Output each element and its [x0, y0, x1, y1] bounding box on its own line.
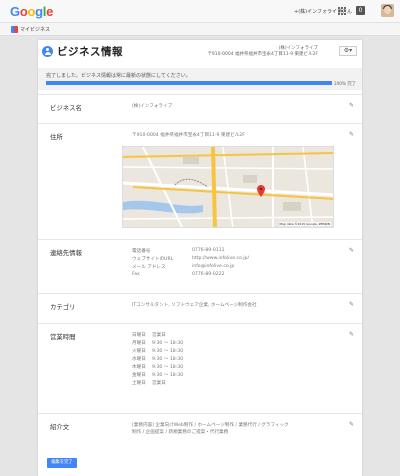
logo-letter: G [10, 4, 20, 19]
row-contact: 連絡先情報 電話番号 0776-89-0111 ウェブサイトのURL http:… [38, 239, 362, 293]
row-intro: 紹介文 [業務内容] 企業向けWeb制作 / ホームページ制作 / 業務代行 /… [38, 413, 362, 449]
gear-icon: ⚙▾ [343, 47, 353, 54]
hours-day: 金曜日 [132, 373, 146, 378]
hours-label: 営業時間 [50, 333, 76, 341]
hours-day: 月曜日 [132, 341, 146, 346]
business-info-card: ビジネス情報 (株)インフォライブ 〒910-0004 福井県福井市宝永4丁目1… [38, 40, 362, 476]
logo-letter: g [35, 4, 43, 19]
apps-grid-icon[interactable] [338, 7, 346, 15]
edit-pencil-icon[interactable]: ✎ [348, 331, 355, 338]
completion-progress: 完了しました。ビジネス情報は常に最新の状態にしてください。 100% 完了 [38, 68, 362, 90]
progress-percent: 100% 完了 [333, 82, 356, 87]
hours-time: 9:30 〜 18:30 [152, 365, 184, 370]
mybusiness-tab-label: マイビジネス [20, 27, 51, 33]
hours-time: 営業日 [152, 381, 166, 386]
contact-key: メール アドレス [132, 265, 166, 270]
progress-message: 完了しました。ビジネス情報は常に最新の状態にしてください。 [46, 73, 191, 79]
progress-track [46, 81, 332, 85]
person-icon [42, 46, 53, 57]
address-value: 〒910-0004 福井県福井市宝永4丁目11-9 東建ビル2F [132, 133, 245, 138]
edit-pencil-icon[interactable]: ✎ [348, 421, 355, 428]
contact-list: 電話番号 0776-89-0111 ウェブサイトのURL http://www.… [132, 248, 292, 277]
hours-day: 水曜日 [132, 357, 146, 362]
contact-value: http://www.infolive.co.jp/ [192, 256, 250, 261]
logo-letter: o [27, 4, 36, 19]
logo-letter: e [46, 4, 54, 19]
intro-value: [業務内容] 企業向けWeb制作 / ホームページ制作 / 業務代行 / グラフ… [132, 422, 289, 436]
edit-pencil-icon[interactable]: ✎ [348, 102, 355, 109]
row-category: カテゴリ ITコンサルタント, ソフトウェア企業, ホームページ制作会社 ✎ [38, 293, 362, 323]
top-bar: Google +(株)インフォライブさん 0 [0, 0, 400, 23]
edit-pencil-icon[interactable]: ✎ [348, 247, 355, 254]
hours-time: 9:30 〜 18:30 [152, 349, 184, 354]
contact-value: 0776-89-0222 [192, 272, 225, 277]
page-title: ビジネス情報 [57, 46, 123, 58]
contact-label: 連絡先情報 [50, 249, 82, 257]
hours-time: 9:30 〜 18:30 [152, 341, 184, 346]
row-business-name: ビジネス名 (株)インフォライブ ✎ [38, 94, 362, 123]
intro-line: 制作 / 企画提案 / 新規業務のご提案・代行業務 [132, 430, 229, 435]
finish-editing-button[interactable]: 編集を完了 [47, 458, 77, 468]
progress-fill [46, 81, 332, 85]
contact-key: ウェブサイトのURL [132, 257, 174, 262]
hours-day: 木曜日 [132, 365, 146, 370]
address-label: 住所 [50, 133, 63, 141]
avatar[interactable] [381, 4, 394, 17]
category-value: ITコンサルタント, ソフトウェア企業, ホームページ制作会社 [132, 303, 257, 308]
hours-day: 日曜日 [132, 333, 146, 338]
edit-pencil-icon[interactable]: ✎ [348, 131, 355, 138]
intro-line: [業務内容] 企業向けWeb制作 / ホームページ制作 / 業務代行 / グラフ… [132, 423, 289, 428]
hours-day: 火曜日 [132, 349, 146, 354]
map-credit: Map data ©2015 Google, ZENRIN [278, 222, 331, 226]
logo-letter: o [19, 4, 28, 19]
google-logo[interactable]: Google [10, 4, 53, 19]
page-header: ビジネス情報 (株)インフォライブ 〒910-0004 福井県福井市宝永4丁目1… [38, 40, 362, 64]
sub-bar: マイビジネス [0, 23, 400, 36]
hours-list: 日曜日 営業日 月曜日 9:30 〜 18:30 火曜日 9:30 〜 18:3… [132, 332, 202, 386]
row-address: 住所 〒910-0004 福井県福井市宝永4丁目11-9 東建ビル2F ✎ Ma… [38, 123, 362, 239]
hours-day: 土曜日 [132, 381, 146, 386]
header-business-address: 〒910-0004 福井県福井市宝永4丁目11-9 東建ビル2F [207, 52, 318, 57]
settings-button[interactable]: ⚙▾ [339, 46, 357, 56]
contact-value: 0776-89-0111 [192, 248, 225, 253]
category-label: カテゴリ [50, 303, 76, 311]
hours-time: 9:30 〜 18:30 [152, 357, 184, 362]
notifications-icon[interactable]: 0 [356, 6, 365, 15]
edit-pencil-icon[interactable]: ✎ [348, 301, 355, 308]
header-business-summary: (株)インフォライブ 〒910-0004 福井県福井市宝永4丁目11-9 東建ビ… [207, 46, 318, 58]
intro-label: 紹介文 [50, 423, 70, 431]
contact-key: Fax [132, 272, 140, 277]
contact-value: info@infolive.co.jp [192, 264, 235, 269]
mybusiness-tab[interactable]: マイビジネス [11, 25, 50, 34]
hours-time: 9:30 〜 18:30 [152, 373, 184, 378]
hours-time: 営業日 [152, 333, 166, 338]
mybusiness-icon [11, 26, 18, 33]
row-hours: 営業時間 日曜日 営業日 月曜日 9:30 〜 18:30 火曜日 9:30 〜… [38, 323, 362, 413]
business-name-label: ビジネス名 [50, 104, 82, 112]
map-graphic [123, 147, 333, 227]
location-map[interactable]: Map data ©2015 Google, ZENRIN [122, 146, 334, 228]
contact-key: 電話番号 [132, 249, 151, 254]
business-name-value: (株)インフォライブ [132, 104, 173, 109]
